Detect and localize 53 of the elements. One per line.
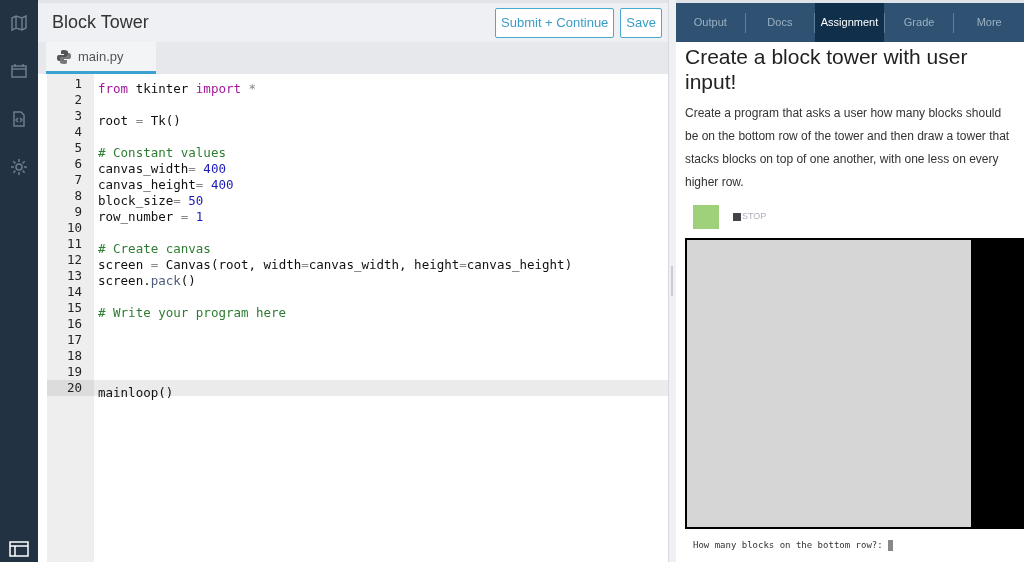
panel-tab[interactable]: Assignment [815,3,884,42]
map-icon[interactable] [10,14,28,32]
line-number: 6 [47,156,94,172]
file-tab[interactable]: main.py [46,42,156,74]
line-number: 15 [47,300,94,316]
line-number: 8 [47,188,94,204]
stop-button[interactable]: STOP [742,210,767,224]
code-line: root = Tk() [98,113,181,128]
line-number: 5 [47,140,94,156]
code-file-icon[interactable] [10,110,28,128]
line-number: 18 [47,348,94,364]
save-button[interactable]: Save [620,7,662,38]
line-number: 17 [47,332,94,348]
line-number: 9 [47,204,94,220]
code-line: from tkinter import * [98,81,257,96]
settings-icon[interactable] [10,158,28,176]
code-line: row_number = 1 [98,209,204,224]
line-number: 20 [47,380,94,396]
panel-tab[interactable]: Output [676,3,745,42]
line-number: 12 [47,252,94,268]
code-line: screen.pack() [98,273,196,288]
panel-tab[interactable]: More [954,3,1024,42]
submit-button[interactable]: Submit + Continue [495,7,615,38]
resize-handle[interactable] [671,266,673,296]
line-number: 10 [47,220,94,236]
line-number: 4 [47,124,94,140]
python-icon [56,48,72,65]
project-title: Block Tower [52,11,149,34]
code-line: # Write your program here [98,305,287,320]
code-line: canvas_height= 400 [98,177,234,192]
panel-tab[interactable]: Grade [884,3,954,42]
line-number: 11 [47,236,94,252]
calendar-icon[interactable] [10,62,28,80]
line-number: 16 [47,316,94,332]
line-number: 14 [47,284,94,300]
layout-icon[interactable] [9,540,29,558]
text-cursor [888,540,894,552]
code-line: screen = Canvas(root, width=canvas_width, height=canvas_height) [98,257,573,272]
line-number: 7 [47,172,94,188]
line-number: 2 [47,92,94,108]
line-number: 13 [47,268,94,284]
code-line: canvas_width= 400 [98,161,226,176]
line-number: 19 [47,364,94,380]
console-output: How many blocks on the bottom row?: [693,539,884,552]
line-number: 3 [47,108,94,124]
assignment-text: Create a program that asks a user how many blocks should be on the bottom row of the tower and then draw a tower that stacks blocks on top of one another, with one less on every higher row. [685,105,1011,191]
assignment-title: Create a block tower with user input! [685,44,969,94]
line-number: 1 [47,76,94,92]
code-line: mainloop() [98,385,174,400]
code-line: # Create canvas [98,241,211,256]
panel-tab[interactable]: Docs [745,3,815,42]
code-line: block_size= 50 [98,193,204,208]
code-line: # Constant values [98,145,226,160]
